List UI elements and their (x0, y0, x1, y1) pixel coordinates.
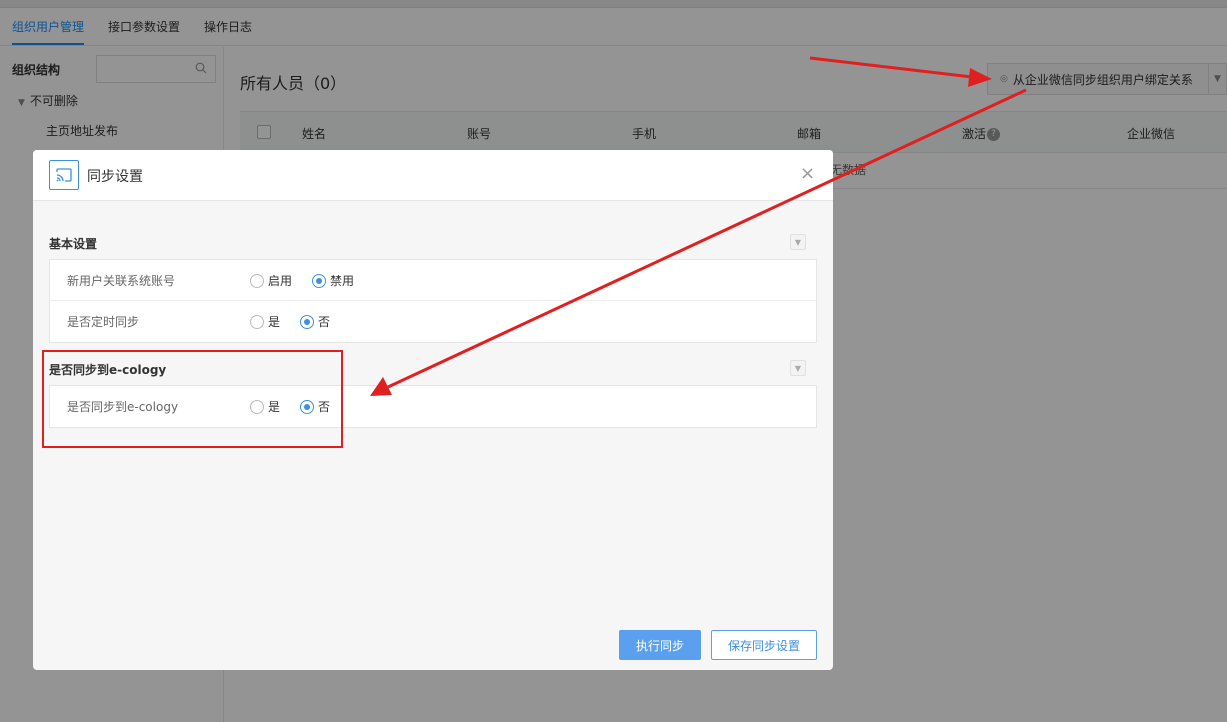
radio-label: 否 (318, 315, 331, 329)
radio-enable[interactable]: 启用 (250, 272, 292, 289)
radio-label: 启用 (268, 274, 293, 288)
execute-sync-button[interactable]: 执行同步 (619, 630, 701, 660)
dialog-header: 同步设置 × (33, 150, 833, 201)
dialog-title: 同步设置 (87, 169, 143, 185)
setting-label: 新用户关联系统账号 (67, 274, 176, 288)
radio-no[interactable]: 否 (300, 313, 330, 330)
radio-circle[interactable] (250, 273, 264, 288)
cast-icon (49, 160, 79, 190)
close-icon[interactable]: × (800, 165, 815, 183)
annotation-highlight-box (42, 350, 343, 448)
radio-label: 是 (268, 315, 281, 329)
radio-circle[interactable] (250, 314, 264, 329)
setting-row-link-account: 新用户关联系统账号 启用 禁用 (50, 260, 816, 301)
section-title-basic: 基本设置 (49, 237, 98, 251)
collapse-chevron-icon[interactable]: ▼ (790, 234, 806, 250)
radio-circle-selected[interactable] (312, 273, 326, 288)
radio-circle-selected[interactable] (300, 314, 314, 329)
radio-disable[interactable]: 禁用 (312, 272, 354, 289)
radio-label: 禁用 (330, 274, 355, 288)
setting-row-scheduled-sync: 是否定时同步 是 否 (50, 301, 816, 342)
setting-label: 是否定时同步 (67, 315, 140, 329)
section-panel-basic: 新用户关联系统账号 启用 禁用 是否定时同步 是 否 (49, 259, 817, 343)
save-sync-settings-button[interactable]: 保存同步设置 (711, 630, 817, 660)
radio-yes[interactable]: 是 (250, 313, 280, 330)
collapse-chevron-icon[interactable]: ▼ (790, 360, 806, 376)
